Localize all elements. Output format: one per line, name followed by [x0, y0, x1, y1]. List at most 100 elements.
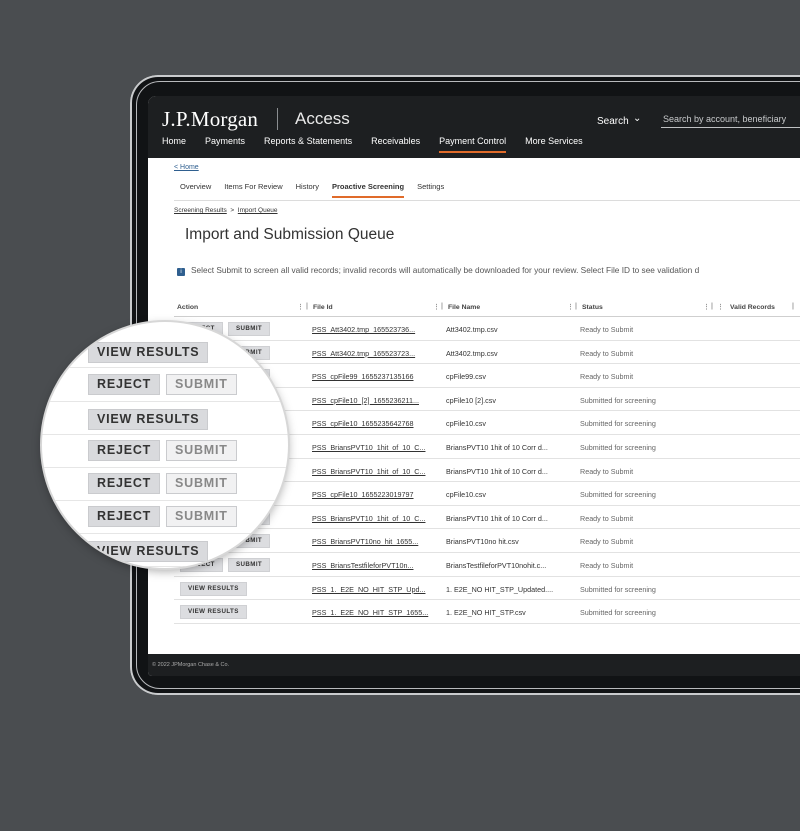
tabs-divider — [174, 200, 800, 201]
breadcrumb: Screening Results > Import Queue — [174, 207, 278, 214]
valid-records: 10 — [774, 396, 800, 405]
reject-button[interactable]: REJECT — [88, 440, 161, 461]
file-id-link[interactable]: PSS_BriansPVT10_1hit_of_10_C... — [312, 467, 442, 476]
top-bar: J.P.Morgan Access Search ⌄ Home Payments R… — [148, 96, 800, 158]
view-results-button[interactable]: VIEW RESULTS — [88, 541, 209, 562]
column-divider: | — [792, 303, 794, 310]
status-text: Submitted for screening — [580, 584, 656, 594]
status-text: Ready to Submit — [580, 372, 634, 382]
file-name: BriansPVT10 1hit of 10 Corr d... — [446, 513, 548, 523]
column-menu-icon[interactable]: ⋮ — [567, 303, 574, 311]
view-results-button[interactable]: VIEW RESULTS — [180, 605, 247, 620]
file-id-link[interactable]: PSS_1._E2E_NO_HIT_STP_1655... — [312, 608, 442, 617]
file-name: 1. E2E_NO HIT_STP_Updated.... — [446, 584, 554, 594]
brand-divider — [277, 108, 278, 130]
status-text: Submitted for screening — [580, 395, 656, 405]
column-menu-icon[interactable]: ⋮ — [297, 303, 304, 311]
file-id-link[interactable]: PSS_1._E2E_NO_HIT_STP_Upd... — [312, 585, 442, 594]
submit-button[interactable]: SUBMIT — [166, 506, 237, 527]
file-id-link[interactable]: PSS_Att3402.tmp_165523723... — [312, 349, 442, 358]
file-id-link[interactable]: PSS_cpFile99_1655237135166 — [312, 372, 442, 381]
valid-records: 0 — [774, 514, 800, 523]
header-action[interactable]: Action — [177, 304, 198, 311]
back-home-link[interactable]: < Home — [174, 164, 199, 171]
search-input[interactable] — [661, 111, 800, 128]
chevron-down-icon[interactable]: ⌄ — [633, 113, 641, 124]
magnifier-lens: VIEW RESULTS REJECT SUBMIT VIEW RESULTS REJE… — [42, 322, 288, 568]
file-id-link[interactable]: PSS_cpFile10_1655223019797 — [312, 490, 442, 499]
tab-proactive-screening[interactable]: Proactive Screening — [331, 182, 405, 198]
view-results-button[interactable]: VIEW RESULTS — [180, 581, 247, 596]
view-results-button[interactable]: VIEW RESULTS — [88, 342, 209, 363]
submit-button[interactable]: SUBMIT — [166, 473, 237, 494]
reject-button[interactable]: REJECT — [88, 506, 161, 527]
tab-history[interactable]: History — [296, 182, 319, 198]
nav-item-home[interactable]: Home — [162, 136, 186, 153]
page-title: Import and Submission Queue — [185, 226, 395, 243]
product-name: Access — [295, 109, 350, 128]
footer: © 2022 JPMorgan Chase & Co. — [148, 654, 800, 676]
file-id-link[interactable]: PSS_BriansPVT10no_hit_1655... — [312, 537, 442, 546]
column-divider: | — [711, 303, 713, 310]
status-text: Submitted for screening — [580, 490, 656, 500]
nav-item-payment-control[interactable]: Payment Control — [439, 136, 507, 153]
column-menu-icon[interactable]: ⋮ — [433, 303, 440, 311]
search-scope-label[interactable]: Search — [597, 116, 629, 127]
breadcrumb-screening-results[interactable]: Screening Results — [174, 207, 227, 214]
nav-item-reports-statements[interactable]: Reports & Statements — [264, 136, 352, 153]
file-id-link[interactable]: PSS_BriansPVT10_1hit_of_10_C... — [312, 443, 442, 452]
valid-records: 99 — [774, 325, 800, 334]
column-menu-icon[interactable]: ⋮ — [717, 303, 724, 311]
status-text: Ready to Submit — [580, 513, 634, 523]
submit-button[interactable]: SUBMIT — [166, 374, 237, 395]
file-name: BriansPVT10 1hit of 10 Corr d... — [446, 466, 548, 476]
magnified-row: VIEW RESULTS — [42, 334, 288, 368]
brand-logo[interactable]: J.P.Morgan — [162, 107, 258, 132]
file-id-link[interactable]: PSS_BriansPVT10_1hit_of_10_C... — [312, 514, 442, 523]
file-name: Att3402.tmp.csv — [446, 325, 498, 334]
valid-records: 9 — [774, 443, 800, 452]
info-message: i Select Submit to screen all valid recor… — [177, 265, 699, 276]
valid-records: 10 — [774, 419, 800, 428]
magnified-row: REJECT SUBMIT — [42, 467, 288, 501]
status-text: Submitted for screening — [580, 442, 656, 452]
status-text: Ready to Submit — [580, 537, 634, 547]
info-text: Select Submit to screen all valid record… — [191, 265, 700, 275]
file-id-link[interactable]: PSS_cpFile10_1655235642768 — [312, 419, 442, 428]
file-name: cpFile10.csv — [446, 490, 486, 500]
nav-item-payments[interactable]: Payments — [205, 136, 245, 153]
column-divider: | — [575, 303, 577, 310]
file-name: cpFile10.csv — [446, 419, 486, 429]
header-file-name[interactable]: File Name — [448, 304, 480, 311]
status-text: Submitted for screening — [580, 608, 656, 618]
submit-button[interactable]: SUBMIT — [166, 440, 237, 461]
tab-items-for-review[interactable]: Items For Review — [224, 182, 282, 198]
file-name: 1. E2E_NO HIT_STP.csv — [446, 608, 526, 618]
column-menu-icon[interactable]: ⋮ — [703, 303, 710, 311]
header-valid-records[interactable]: Valid Records — [730, 304, 775, 311]
file-id-link[interactable]: PSS_cpFile10_[2]_1655236211... — [312, 396, 442, 405]
nav-item-receivables[interactable]: Receivables — [371, 136, 420, 153]
valid-records: 0 — [774, 537, 800, 546]
magnified-row: VIEW RESULTS — [42, 533, 288, 567]
table-row: VIEW RESULTS PSS_1._E2E_NO_HIT_STP_1655..… — [174, 600, 800, 624]
tab-settings[interactable]: Settings — [417, 182, 444, 198]
header-status[interactable]: Status — [582, 304, 603, 311]
reject-button[interactable]: REJECT — [88, 473, 161, 494]
magnified-row: VIEW RESULTS — [42, 401, 288, 435]
breadcrumb-separator: > — [230, 207, 235, 214]
nav-item-more-services[interactable]: More Services — [525, 136, 583, 153]
file-id-link[interactable]: PSS_BriansTestfileforPVT10n... — [312, 561, 442, 570]
view-results-button[interactable]: VIEW RESULTS — [88, 409, 209, 430]
column-divider: | — [306, 303, 308, 310]
breadcrumb-import-queue[interactable]: Import Queue — [238, 207, 278, 214]
magnified-row: REJECT SUBMIT — [42, 500, 288, 534]
file-name: cpFile99.csv — [446, 372, 486, 382]
file-id-link[interactable]: PSS_Att3402.tmp_165523736... — [312, 325, 442, 334]
reject-button[interactable]: REJECT — [88, 374, 161, 395]
status-text: Ready to Submit — [580, 466, 634, 476]
file-name: BriansTestfileforPVT10nohit.c... — [446, 560, 547, 570]
tab-overview[interactable]: Overview — [180, 182, 211, 198]
header-file-id[interactable]: File Id — [313, 304, 333, 311]
column-divider: | — [441, 303, 443, 310]
